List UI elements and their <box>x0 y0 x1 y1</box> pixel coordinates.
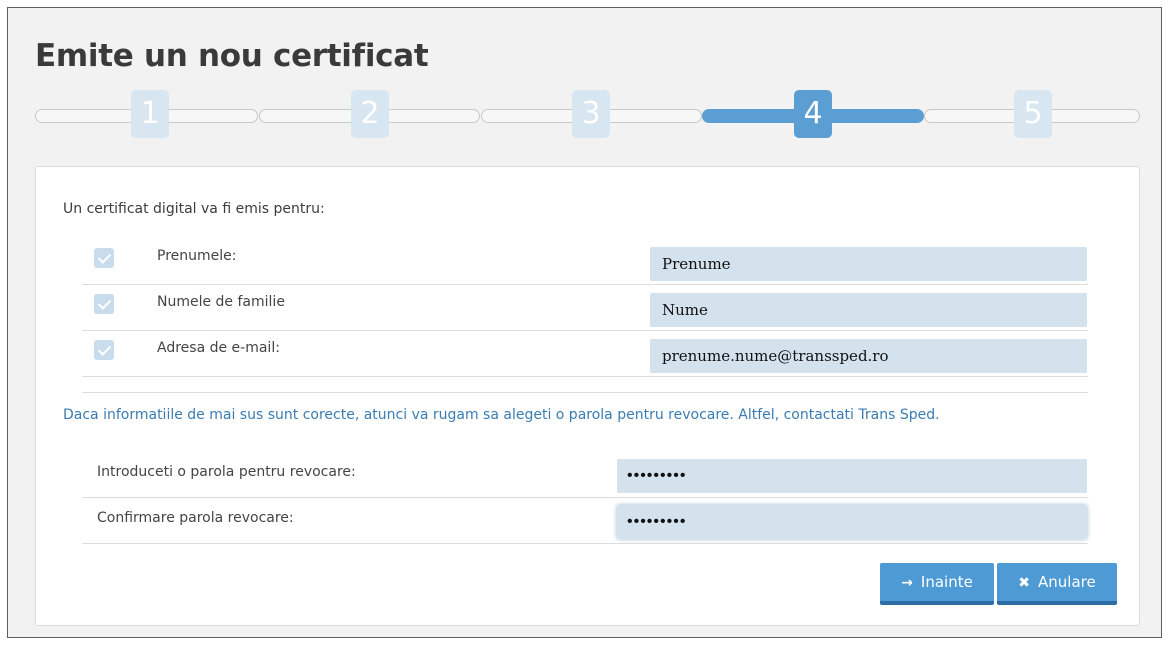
email-field[interactable] <box>650 339 1087 373</box>
wizard-stepper: 1 2 3 4 5 <box>35 90 1140 138</box>
password-rows: Introduceti o parola pentru revocare: Co… <box>82 452 1088 544</box>
identity-rows: Prenumele: Numele de familie Adresa de e… <box>82 239 1088 377</box>
check-icon[interactable] <box>94 294 114 314</box>
step-4-active: 4 <box>794 90 832 138</box>
confirm-password-label: Confirmare parola revocare: <box>97 510 294 526</box>
field-row-email: Adresa de e-mail: <box>82 331 1088 377</box>
revocation-notice: Daca informatiile de mai sus sunt corect… <box>63 407 940 423</box>
revocation-password-input[interactable] <box>617 459 1087 493</box>
email-label: Adresa de e-mail: <box>157 340 280 356</box>
page-title: Emite un nou certificat <box>35 38 429 74</box>
first-name-field[interactable] <box>650 247 1087 281</box>
certificate-panel: Un certificat digital va fi emis pentru:… <box>35 166 1140 626</box>
first-name-label: Prenumele: <box>157 248 237 264</box>
close-icon: ✖ <box>1018 575 1031 591</box>
field-row-last-name: Numele de familie <box>82 285 1088 331</box>
page-frame: Emite un nou certificat 1 2 3 4 5 Un cer… <box>7 7 1162 638</box>
confirm-password-row: Confirmare parola revocare: <box>82 498 1088 544</box>
intro-text: Un certificat digital va fi emis pentru: <box>63 201 325 217</box>
cancel-button-label: Anulare <box>1038 573 1096 591</box>
next-button-label: Inainte <box>920 573 973 591</box>
cancel-button[interactable]: ✖ Anulare <box>997 563 1117 605</box>
password-row: Introduceti o parola pentru revocare: <box>82 452 1088 498</box>
divider <box>82 392 1088 393</box>
step-3: 3 <box>572 90 610 138</box>
step-1: 1 <box>131 90 169 138</box>
revocation-password-label: Introduceti o parola pentru revocare: <box>97 464 356 480</box>
check-icon[interactable] <box>94 340 114 360</box>
arrow-right-icon: → <box>901 575 913 591</box>
next-button[interactable]: → Inainte <box>880 563 994 605</box>
last-name-field[interactable] <box>650 293 1087 327</box>
step-5: 5 <box>1014 90 1052 138</box>
field-row-first-name: Prenumele: <box>82 239 1088 285</box>
step-2: 2 <box>351 90 389 138</box>
confirm-password-input[interactable] <box>617 505 1087 539</box>
check-icon[interactable] <box>94 248 114 268</box>
last-name-label: Numele de familie <box>157 294 285 310</box>
